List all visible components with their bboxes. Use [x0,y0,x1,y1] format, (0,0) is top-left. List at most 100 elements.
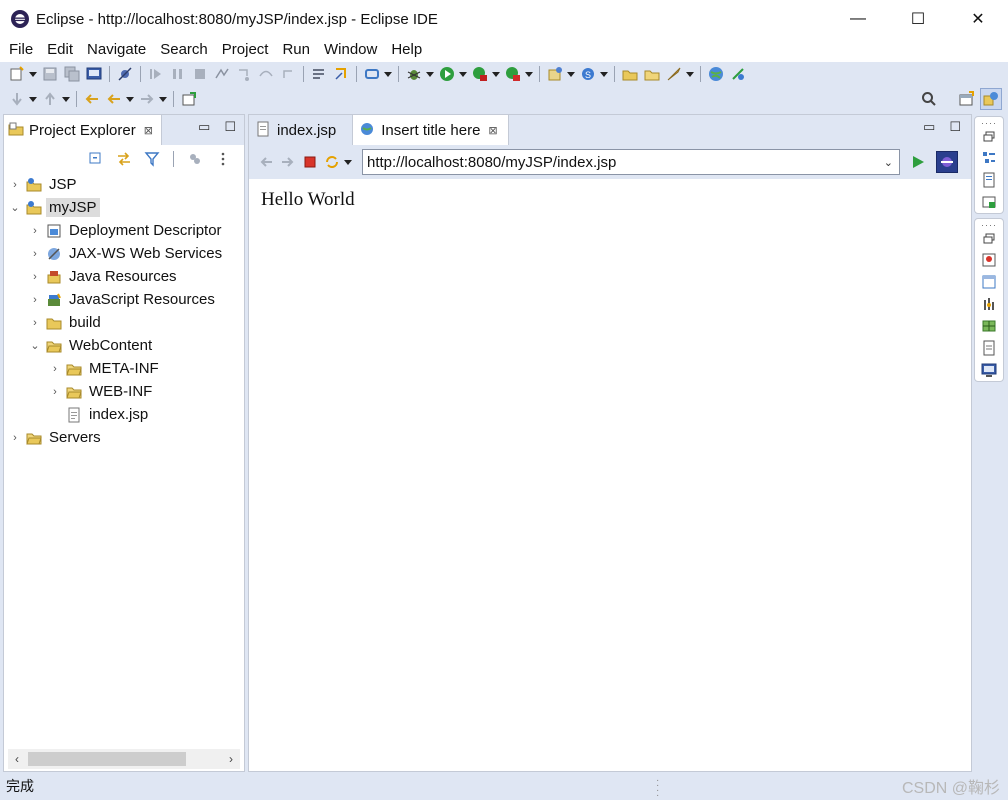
console-icon[interactable] [981,362,997,378]
search-icon[interactable] [921,91,937,107]
step-return-icon[interactable] [280,66,296,82]
browser-refresh-dropdown[interactable] [343,154,352,170]
last-edit-location-icon[interactable] [84,91,100,107]
chevron-down-icon[interactable]: ⌄ [28,339,42,353]
maximize-button[interactable]: ☐ [888,0,948,38]
chevron-right-icon[interactable]: › [28,316,42,330]
browser-stop-icon[interactable] [302,154,318,170]
new-dropdown[interactable] [28,66,37,82]
next-annotation-dropdown[interactable] [28,91,37,107]
save-all-icon[interactable] [64,66,80,82]
close-view-icon[interactable]: ⊠ [144,124,153,137]
markers-icon[interactable] [981,252,997,268]
tree-item-web-inf[interactable]: › WEB-INF [4,380,244,403]
open-perspective-icon[interactable] [958,91,974,107]
snippets-view-icon[interactable] [981,340,997,356]
forward-dropdown[interactable] [158,91,167,107]
tree-item-deployment-descriptor[interactable]: › Deployment Descriptor [4,219,244,242]
resume-icon[interactable] [148,66,164,82]
toggle-mark-occurrences-icon[interactable] [311,66,327,82]
menu-help[interactable]: Help [384,38,429,62]
forward-icon[interactable] [139,91,155,107]
restore-icon[interactable] [981,130,997,144]
chevron-down-icon[interactable]: ⌄ [8,201,22,215]
new-icon[interactable] [9,66,25,82]
java-ee-perspective-button[interactable] [980,88,1002,110]
url-history-chevron-icon[interactable]: ⌄ [884,156,893,169]
chevron-right-icon[interactable]: › [48,385,62,399]
external-tools-dropdown[interactable] [524,66,533,82]
scroll-right-icon[interactable]: › [222,752,240,766]
back-icon[interactable] [106,91,122,107]
open-folder-icon[interactable] [644,66,660,82]
disconnect-icon[interactable] [214,66,230,82]
link-with-editor-icon[interactable] [116,151,132,167]
step-into-icon[interactable] [236,66,252,82]
previous-annotation-dropdown[interactable] [61,91,70,107]
previous-annotation-icon[interactable] [42,91,58,107]
coverage-dropdown[interactable] [491,66,500,82]
chevron-right-icon[interactable]: › [8,431,22,445]
toggle-block-selection-icon[interactable] [333,66,349,82]
scroll-left-icon[interactable]: ‹ [8,752,26,766]
browser-back-icon[interactable] [258,154,274,170]
properties-icon[interactable] [981,274,997,290]
maximize-editor-icon[interactable]: ☐ [949,119,961,135]
close-tab-icon[interactable]: ⊠ [488,124,497,137]
task-list-icon[interactable] [981,172,997,188]
terminal-icon[interactable] [86,66,102,82]
chevron-right-icon[interactable]: › [28,247,42,261]
trim-grip[interactable]: ···· [981,221,997,230]
working-sets-icon[interactable] [187,151,203,167]
snippets-icon[interactable] [981,194,997,210]
back-dropdown[interactable] [125,91,134,107]
project-explorer-tab[interactable]: Project Explorer ⊠ [4,115,162,145]
eclipse-browser-icon[interactable] [936,151,958,173]
debug-dropdown[interactable] [425,66,434,82]
menu-project[interactable]: Project [215,38,276,62]
outline-icon[interactable] [981,150,997,166]
url-input[interactable] [367,153,867,171]
horizontal-scrollbar[interactable]: ‹ › [8,749,240,769]
tab-index-jsp[interactable]: index.jsp [249,115,347,145]
trim-grip[interactable]: ···· [981,119,997,128]
scrollbar-thumb[interactable] [28,752,186,766]
tree-item-webcontent[interactable]: ⌄ WebContent [4,334,244,357]
minimize-editor-icon[interactable]: ▭ [923,119,935,135]
open-type-icon[interactable] [364,66,380,82]
servers-icon[interactable] [981,296,997,312]
minimize-button[interactable]: — [828,0,888,38]
coverage-icon[interactable] [472,66,488,82]
open-type-dropdown[interactable] [383,66,392,82]
tree-item-java-resources[interactable]: › Java Resources [4,265,244,288]
tree-item-index-jsp[interactable]: index.jsp [4,403,244,426]
web-browser-icon[interactable] [708,66,724,82]
debug-icon[interactable] [406,66,422,82]
browser-refresh-icon[interactable] [324,154,340,170]
run-icon[interactable] [439,66,455,82]
pin-editor-icon[interactable] [181,91,197,107]
new-class-icon[interactable]: S [580,66,596,82]
minimize-view-icon[interactable]: ▭ [198,119,210,135]
tree-item-javascript-resources[interactable]: › JavaScript Resources [4,288,244,311]
restore-icon[interactable] [981,232,997,246]
tab-insert-title-here[interactable]: Insert title here ⊠ [352,115,509,145]
tree-item-meta-inf[interactable]: › META-INF [4,357,244,380]
server-icon[interactable] [730,66,746,82]
browser-forward-icon[interactable] [280,154,296,170]
go-icon[interactable] [910,154,926,170]
new-java-project-dropdown[interactable] [566,66,575,82]
url-field[interactable]: ⌄ [362,149,900,175]
tree-item-build[interactable]: › build [4,311,244,334]
terminate-icon[interactable] [192,66,208,82]
save-icon[interactable] [42,66,58,82]
chevron-right-icon[interactable]: › [8,178,22,192]
chevron-right-icon[interactable]: › [28,270,42,284]
data-source-explorer-icon[interactable] [981,318,997,334]
menu-run[interactable]: Run [275,38,317,62]
chevron-right-icon[interactable]: › [48,362,62,376]
tree-item-jsp[interactable]: › JSP [4,173,244,196]
menu-navigate[interactable]: Navigate [80,38,153,62]
deploy-icon[interactable] [666,66,682,82]
deploy-dropdown[interactable] [685,66,694,82]
